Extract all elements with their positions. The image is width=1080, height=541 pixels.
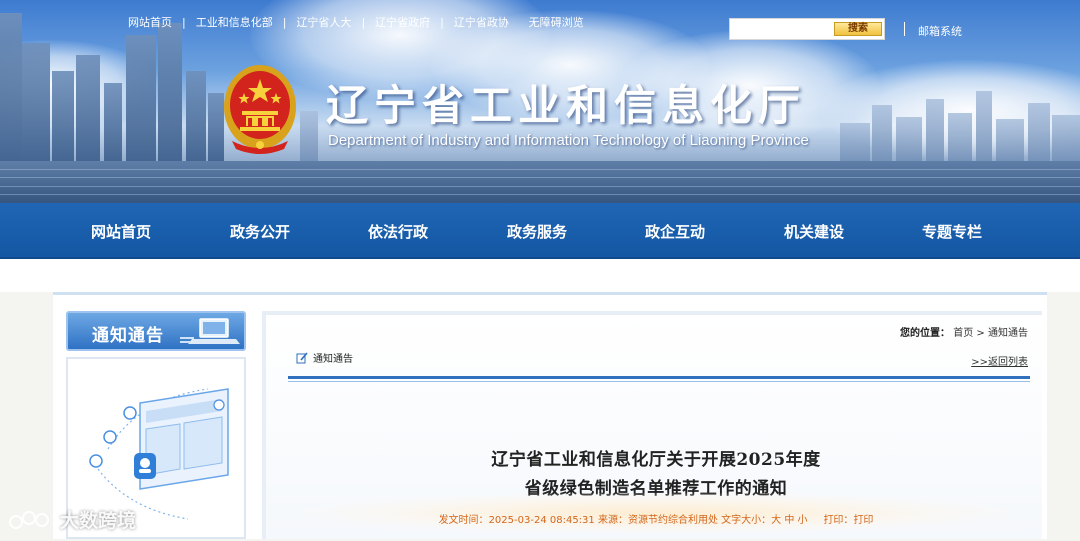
skyline-building [0,13,22,163]
skyline-building [158,23,182,163]
skyline-building [104,83,122,163]
skyline-building [76,55,100,163]
nav-item-special-topics[interactable]: 专题专栏 [922,221,982,242]
site-title: 辽宁省工业和信息化厅 [326,81,807,130]
divider: | [517,16,521,29]
skyline-building [872,105,892,163]
skyline-building [948,113,972,163]
meta-font-size-label: 文字大小： [721,515,772,526]
meta-source-label: 来源： [597,515,628,526]
sidebar-header[interactable]: 通知通告 [66,311,246,351]
breadcrumb-home[interactable]: 首页 [953,328,973,339]
top-link-accessibility[interactable]: 无障碍浏览 [529,14,584,30]
top-link-government[interactable]: 辽宁省政府 [375,14,430,30]
breadcrumb: 您的位置： 首页 > 通知通告 [900,324,1028,339]
spacer [0,259,1080,292]
watermark: 大数跨境 [8,506,136,533]
skyline-building [926,99,944,163]
watermark-logo-icon [9,510,49,529]
skyline-building [22,43,50,163]
divider: | [282,15,287,29]
nav-item-gov-affairs-open[interactable]: 政务公开 [230,221,290,242]
top-links-bar: 网站首页 | 工业和信息化部 | 辽宁省人大 | 辽宁省政府 | 辽宁省政协 |… [128,14,584,30]
header-banner: 网站首页 | 工业和信息化部 | 辽宁省人大 | 辽宁省政府 | 辽宁省政协 |… [0,0,1080,203]
top-link-cppcc[interactable]: 辽宁省政协 [454,14,509,30]
divider: | [440,15,444,29]
top-link-home[interactable]: 网站首页 [128,14,172,30]
site-subtitle: Department of Industry and Information T… [328,132,809,149]
font-size-medium[interactable]: 中 [784,515,794,526]
print-link[interactable]: 打印 [853,515,873,526]
meta-time-label: 发文时间： [438,515,489,526]
skyline-building [186,71,206,163]
skyline-building [976,91,992,163]
nav-item-interaction[interactable]: 政企互动 [645,221,705,242]
skyline-building [300,111,318,163]
category-label: 通知通告 [313,354,353,365]
meta-time: 2025-03-24 08:45:31 [488,515,595,526]
mail-system-link[interactable]: 邮箱系统 [918,23,962,39]
content-area: 您的位置： 首页 > 通知通告 通知通告 >>返回列表 辽宁省工业和信息化厅关于… [262,311,1042,539]
search-button[interactable]: 搜索 [834,22,882,36]
nav-item-home[interactable]: 网站首页 [91,221,151,242]
sidebar-title: 通知通告 [92,326,164,346]
skyline-building [52,71,74,163]
nav-item-organ-building[interactable]: 机关建设 [784,221,844,242]
skyline-building [1052,115,1080,163]
skyline-building [996,119,1024,163]
divider: | [361,15,366,29]
breadcrumb-label: 您的位置： [900,328,951,339]
sidebar: 通知通告 [66,311,246,539]
font-size-large[interactable]: 大 [771,515,781,526]
divider [288,376,1030,379]
meta-source: 资源节约综合利用处 [627,515,718,526]
back-to-list-link[interactable]: >>返回列表 [971,353,1028,368]
nav-item-law-admin[interactable]: 依法行政 [368,221,428,242]
main-nav: 网站首页 政务公开 依法行政 政务服务 政企互动 机关建设 专题专栏 [0,203,1080,259]
breadcrumb-current[interactable]: 通知通告 [988,328,1028,339]
article-meta: 发文时间：2025-03-24 08:45:31 来源：资源节约综合利用处 文字… [266,511,1046,526]
skyline-building [896,117,922,163]
divider: | [182,15,186,29]
water-reflection [0,161,1080,203]
font-size-small[interactable]: 小 [798,515,808,526]
content-panel: 您的位置： 首页 > 通知通告 通知通告 >>返回列表 辽宁省工业和信息化厅关于… [262,311,1042,539]
article-title-line1: 辽宁省工业和信息化厅关于开展2025年度 [491,450,821,470]
print-label: 打印： [823,515,854,526]
divider [904,22,905,36]
top-link-miit[interactable]: 工业和信息化部 [196,14,273,30]
divider [288,381,1030,382]
skyline-building [126,35,156,163]
watermark-text: 大数跨境 [60,510,137,532]
skyline-building [1028,103,1050,163]
nav-item-gov-services[interactable]: 政务服务 [507,221,567,242]
breadcrumb-sep: > [976,328,985,339]
national-emblem-icon [224,65,296,154]
top-link-people-congress[interactable]: 辽宁省人大 [296,14,351,30]
skyline-building [840,123,870,163]
laptop-icon [180,318,240,344]
category-heading: 通知通告 [296,350,353,365]
edit-icon [296,351,308,363]
